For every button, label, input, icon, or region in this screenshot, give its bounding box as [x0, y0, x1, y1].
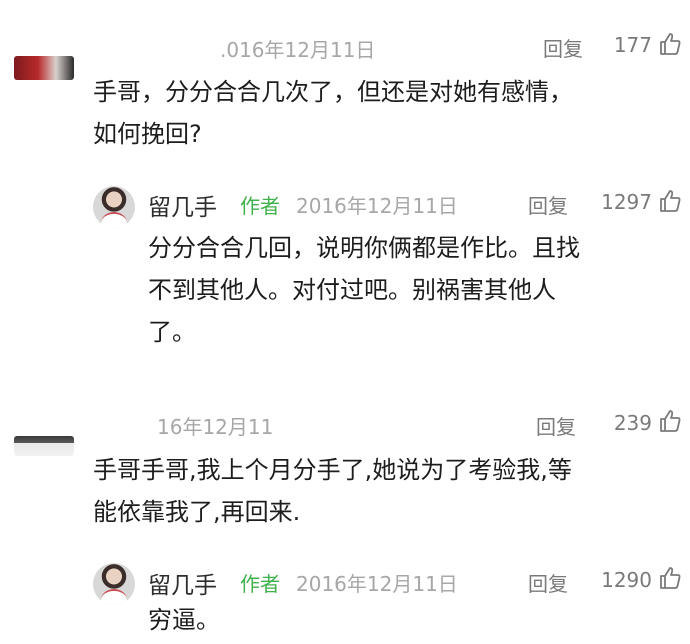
author-badge: 作者: [240, 572, 280, 596]
thumbs-up-icon[interactable]: [659, 409, 681, 433]
like-count: 177: [613, 33, 652, 57]
thumbs-up-icon[interactable]: [659, 32, 681, 56]
thumbs-up-icon[interactable]: [659, 566, 681, 590]
commenter-avatar[interactable]: [14, 56, 74, 80]
thumbs-up-icon[interactable]: [659, 189, 681, 213]
like-count: 239: [613, 411, 652, 435]
like-count: 1290: [601, 568, 652, 592]
author-name[interactable]: 留几手: [148, 188, 217, 222]
comment-text-line: 手哥手哥,我上个月分手了,她说为了考验我,等: [93, 456, 572, 484]
reply-button[interactable]: 回复: [543, 33, 583, 62]
reply-text-line: 不到其他人。对付过吧。别祸害其他人: [148, 276, 556, 304]
author-avatar[interactable]: [93, 186, 135, 228]
reply-text-line: 分分合合几回，说明你俩都是作比。且找: [148, 234, 580, 262]
reply-date: 2016年12月11日: [296, 572, 458, 596]
reply-button[interactable]: 回复: [536, 411, 576, 440]
author-badge: 作者: [240, 194, 280, 218]
comment-text-line: 手哥，分分合合几次了，但还是对她有感情，: [93, 78, 573, 106]
author-avatar[interactable]: [93, 563, 135, 605]
comment-text-line: 能依靠我了,再回来.: [93, 498, 301, 526]
comment-text-line: 如何挽回?: [93, 120, 202, 148]
like-count: 1297: [601, 190, 652, 214]
reply-button[interactable]: 回复: [528, 568, 568, 597]
commenter-avatar[interactable]: [14, 436, 74, 456]
author-name[interactable]: 留几手: [148, 566, 217, 600]
reply-date: 2016年12月11日: [296, 194, 458, 218]
reply-text-line: 了。: [148, 318, 196, 346]
comment-date: 16年12月11: [157, 415, 274, 439]
reply-text-line: 穷逼。: [148, 606, 220, 634]
comment-date: .016年12月11日: [220, 38, 376, 62]
reply-button[interactable]: 回复: [528, 190, 568, 219]
